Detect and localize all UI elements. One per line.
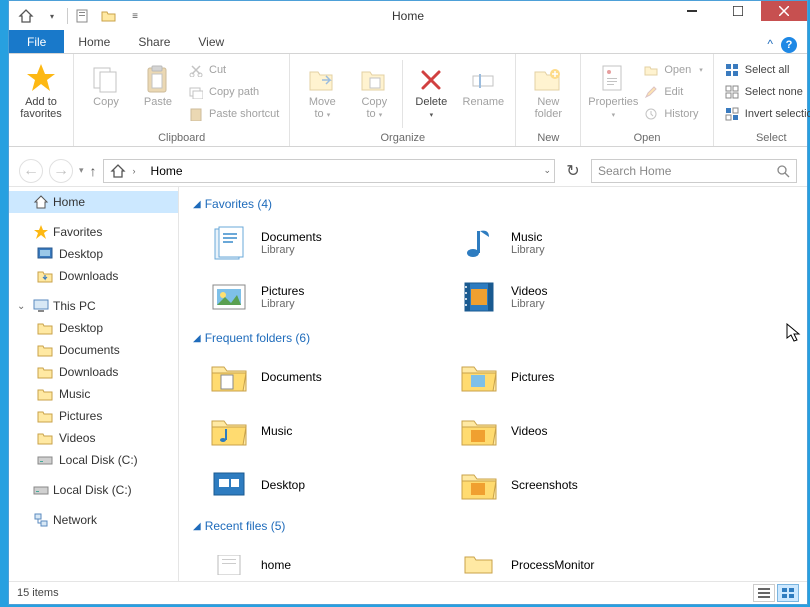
paste-shortcut-button[interactable]: Paste shortcut <box>184 103 283 125</box>
list-item[interactable]: DocumentsLibrary <box>207 219 457 267</box>
search-placeholder: Search Home <box>598 164 671 178</box>
refresh-button[interactable]: ↻ <box>561 159 585 183</box>
new-group-label: New <box>522 132 574 146</box>
qat-home-icon[interactable] <box>15 5 37 27</box>
select-all-button[interactable]: Select all <box>720 59 810 81</box>
minimize-button[interactable] <box>669 1 715 21</box>
tree-home[interactable]: Home <box>9 191 178 213</box>
list-item[interactable]: Videos <box>457 407 707 455</box>
tab-share[interactable]: Share <box>124 30 184 53</box>
title-bar: ▾ ≡ Home <box>9 1 807 31</box>
move-to-button[interactable]: Move to ▾ <box>296 56 348 132</box>
address-bar[interactable]: › Home ⌄ <box>103 159 555 183</box>
new-folder-button[interactable]: New folder <box>522 56 574 132</box>
tree-favorites[interactable]: Favorites <box>9 221 178 243</box>
navigation-pane[interactable]: Home Favorites Desktop Downloads ⌄This P… <box>9 187 179 581</box>
qat-customize-icon[interactable]: ≡ <box>124 5 146 27</box>
tree-pc-documents[interactable]: Documents <box>9 339 178 361</box>
tree-pc-videos[interactable]: Videos <box>9 427 178 449</box>
tree-pc-pictures[interactable]: Pictures <box>9 405 178 427</box>
list-item[interactable]: VideosLibrary <box>457 273 707 321</box>
maximize-button[interactable] <box>715 1 761 21</box>
desktop-icon <box>207 465 251 505</box>
qat-new-folder-icon[interactable] <box>98 5 120 27</box>
tree-this-pc[interactable]: ⌄This PC <box>9 295 178 317</box>
ribbon-tabs: File Home Share View ^ ? <box>9 31 807 54</box>
section-recent[interactable]: ◢Recent files (5) <box>193 515 807 541</box>
history-button[interactable]: History <box>639 103 706 125</box>
tab-file[interactable]: File <box>9 30 64 53</box>
section-favorites[interactable]: ◢Favorites (4) <box>193 193 807 219</box>
list-item[interactable]: Pictures <box>457 353 707 401</box>
search-icon <box>776 164 790 178</box>
list-item[interactable]: Desktop <box>207 461 457 509</box>
tree-fav-desktop[interactable]: Desktop <box>9 243 178 265</box>
list-item[interactable]: ProcessMonitor <box>457 541 707 581</box>
select-none-button[interactable]: Select none <box>720 81 810 103</box>
back-button[interactable]: ← <box>19 159 43 183</box>
address-bar-row: ← → ▾ ↑ › Home ⌄ ↻ Search Home <box>9 155 807 187</box>
copy-path-button[interactable]: Copy path <box>184 81 283 103</box>
section-frequent[interactable]: ◢Frequent folders (6) <box>193 327 807 353</box>
documents-library-icon <box>207 223 251 263</box>
folder-icon <box>207 411 251 451</box>
open-group-label: Open <box>587 132 706 146</box>
music-library-icon <box>457 223 501 263</box>
open-button[interactable]: Open ▾ <box>639 59 706 81</box>
tab-home[interactable]: Home <box>64 30 124 53</box>
list-item[interactable]: Screenshots <box>457 461 707 509</box>
up-button[interactable]: ↑ <box>90 163 97 179</box>
qat-dropdown[interactable]: ▾ <box>41 5 63 27</box>
qat-properties-icon[interactable] <box>72 5 94 27</box>
large-icons-view-button[interactable] <box>777 584 799 602</box>
pictures-library-icon <box>207 277 251 317</box>
copy-button[interactable]: Copy <box>80 56 132 132</box>
ribbon: Add to favorites Copy Paste Cut Copy pat… <box>9 54 807 147</box>
list-item[interactable]: Documents <box>207 353 457 401</box>
clipboard-group-label: Clipboard <box>80 132 283 146</box>
cut-button[interactable]: Cut <box>184 59 283 81</box>
paste-button[interactable]: Paste <box>132 56 184 132</box>
rename-button[interactable]: Rename <box>457 56 509 132</box>
list-item[interactable]: PicturesLibrary <box>207 273 457 321</box>
search-box[interactable]: Search Home <box>591 159 797 183</box>
tab-view[interactable]: View <box>184 30 238 53</box>
close-button[interactable] <box>761 1 807 21</box>
tree-pc-downloads[interactable]: Downloads <box>9 361 178 383</box>
videos-library-icon <box>457 277 501 317</box>
add-to-favorites-button[interactable]: Add to favorites <box>15 56 67 132</box>
folder-icon <box>457 357 501 397</box>
minimize-ribbon-icon[interactable]: ^ <box>767 37 773 53</box>
folder-icon <box>457 465 501 505</box>
forward-button[interactable]: → <box>49 159 73 183</box>
folder-icon <box>457 411 501 451</box>
invert-selection-button[interactable]: Invert selection <box>720 103 810 125</box>
item-count: 15 items <box>17 587 59 599</box>
properties-button[interactable]: Properties▾ <box>587 56 639 132</box>
address-dropdown-icon[interactable]: ⌄ <box>540 165 554 176</box>
recent-locations-icon[interactable]: ▾ <box>79 165 84 176</box>
tree-pc-local-disk[interactable]: Local Disk (C:) <box>9 449 178 471</box>
file-icon <box>207 545 251 581</box>
status-bar: 15 items <box>9 581 807 604</box>
delete-button[interactable]: Delete▾ <box>405 56 457 132</box>
folder-icon <box>457 545 501 581</box>
copy-to-button[interactable]: Copy to ▾ <box>348 56 400 132</box>
details-view-button[interactable] <box>753 584 775 602</box>
list-item[interactable]: Music <box>207 407 457 455</box>
tree-pc-desktop[interactable]: Desktop <box>9 317 178 339</box>
tree-pc-music[interactable]: Music <box>9 383 178 405</box>
list-item[interactable]: home <box>207 541 457 581</box>
items-view[interactable]: ◢Favorites (4) DocumentsLibrary MusicLib… <box>179 187 807 581</box>
tree-local-disk-root[interactable]: Local Disk (C:) <box>9 479 178 501</box>
folder-icon <box>207 357 251 397</box>
tree-network[interactable]: Network <box>9 509 178 531</box>
tree-fav-downloads[interactable]: Downloads <box>9 265 178 287</box>
select-group-label: Select <box>720 132 810 146</box>
edit-button[interactable]: Edit <box>639 81 706 103</box>
help-icon[interactable]: ? <box>781 37 797 53</box>
organize-group-label: Organize <box>296 132 509 146</box>
list-item[interactable]: MusicLibrary <box>457 219 707 267</box>
breadcrumb-home[interactable]: Home <box>151 164 183 178</box>
